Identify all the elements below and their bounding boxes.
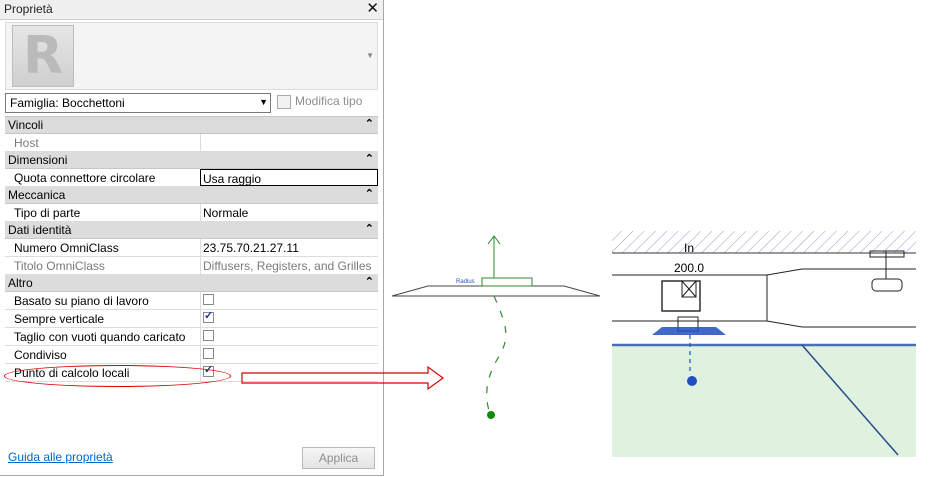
group-header-meccanica[interactable]: Meccanica ⌃ [5, 187, 378, 204]
property-value-field[interactable]: Usa raggio [200, 169, 378, 186]
property-value[interactable]: 23.75.70.21.27.11 [200, 239, 378, 256]
close-icon[interactable]: ✕ [366, 0, 379, 18]
property-value-text: 23.75.70.21.27.11 [203, 241, 299, 255]
edit-type-button[interactable]: Modifica tipo [277, 94, 362, 109]
connector-blue-area [652, 327, 726, 335]
highlight-ellipse [4, 365, 231, 387]
collapse-icon[interactable]: ⌃ [365, 187, 374, 200]
property-row-quota-connettore[interactable]: Quota connettore circolare Usa raggio [5, 169, 378, 187]
duct-top [612, 268, 916, 276]
group-header-dati-identita[interactable]: Dati identità ⌃ [5, 222, 378, 239]
property-value[interactable]: Diffusers, Registers, and Grilles [200, 257, 378, 274]
property-row-numero-omniclass[interactable]: Numero OmniClass 23.75.70.21.27.11 [5, 239, 378, 257]
property-value[interactable]: Normale [200, 204, 378, 221]
collapse-icon[interactable]: ⌃ [365, 275, 374, 288]
property-value [200, 292, 378, 309]
property-value-text: Normale [203, 206, 249, 220]
property-value [200, 328, 378, 345]
property-label: Numero OmniClass [14, 241, 119, 255]
collapse-icon[interactable]: ⌃ [365, 117, 374, 130]
floor-region [612, 345, 916, 457]
revit-logo-icon: R [12, 25, 74, 87]
diffuser-neck [481, 277, 533, 287]
palette-title: Proprietà [4, 2, 53, 16]
family-selector-label: Famiglia: Bocchettoni [10, 96, 125, 110]
property-row-basato-su-piano[interactable]: Basato su piano di lavoro [5, 292, 378, 310]
property-label: Titolo OmniClass [14, 259, 105, 273]
label-in: In [684, 241, 695, 255]
edit-type-label: Modifica tipo [295, 94, 363, 108]
property-row-tipo-di-parte[interactable]: Tipo di parte Normale [5, 204, 378, 222]
property-label: Condiviso [14, 348, 67, 362]
type-preview[interactable]: R ▼ [5, 22, 378, 90]
help-link[interactable]: Guida alle proprietà [8, 450, 113, 464]
property-label: Basato su piano di lavoro [14, 294, 149, 308]
checkbox[interactable] [203, 330, 214, 341]
duct-bottom [612, 320, 916, 328]
checkbox[interactable] [203, 348, 214, 359]
group-header-altro[interactable]: Altro ⌃ [5, 275, 378, 292]
property-row-condiviso[interactable]: Condiviso [5, 346, 378, 364]
group-title: Meccanica [8, 188, 66, 202]
properties-palette: Proprietà ✕ R ▼ Famiglia: Bocchettoni ▼ … [0, 0, 384, 476]
hanger-clamp [871, 278, 903, 292]
property-label: Quota connettore circolare [14, 171, 156, 185]
ceiling-hatch [612, 231, 916, 253]
plan-view: In 200.0 [612, 229, 916, 457]
group-title: Dati identità [8, 223, 72, 237]
property-value-text: Diffusers, Registers, and Grilles [203, 259, 372, 273]
apply-button[interactable]: Applica [302, 447, 375, 469]
calc-point-dot[interactable] [487, 411, 495, 419]
property-label: Taglio con vuoti quando caricato [14, 330, 186, 344]
checkbox[interactable] [203, 294, 214, 305]
chevron-down-icon[interactable]: ▼ [366, 51, 374, 60]
property-row-sempre-verticale[interactable]: Sempre verticale [5, 309, 378, 328]
group-header-dimensioni[interactable]: Dimensioni ⌃ [5, 152, 378, 169]
property-row-host[interactable]: Host [5, 134, 378, 152]
collapse-icon[interactable]: ⌃ [365, 152, 374, 165]
properties-grid: Vincoli ⌃ Host Dimensioni ⌃ Quota connet… [5, 116, 378, 382]
diffuser-profile [391, 285, 601, 297]
property-value[interactable] [200, 134, 378, 151]
property-label: Tipo di parte [14, 206, 81, 220]
group-title: Altro [8, 276, 33, 290]
property-label: Host [14, 136, 39, 150]
property-row-titolo-omniclass[interactable]: Titolo OmniClass Diffusers, Registers, a… [5, 257, 378, 275]
property-value [200, 346, 378, 363]
edit-type-icon [277, 94, 291, 109]
calc-point-path [486, 295, 507, 415]
dropdown-arrow-icon[interactable]: ▼ [259, 97, 268, 107]
property-label: Sempre verticale [14, 312, 105, 326]
group-title: Vincoli [8, 118, 44, 132]
section-view-diffuser: Radius [391, 235, 601, 419]
group-header-vincoli[interactable]: Vincoli ⌃ [5, 117, 378, 134]
checkbox[interactable] [203, 309, 214, 323]
collapse-icon[interactable]: ⌃ [365, 222, 374, 235]
property-value [200, 309, 378, 327]
radius-label: Radius [456, 279, 475, 285]
palette-titlebar[interactable]: Proprietà ✕ [0, 0, 383, 20]
family-selector[interactable]: Famiglia: Bocchettoni ▼ [5, 93, 271, 113]
calc-point-dot-blue[interactable] [687, 376, 697, 386]
group-title: Dimensioni [8, 153, 68, 167]
property-row-taglio-con-vuoti[interactable]: Taglio con vuoti quando caricato [5, 328, 378, 346]
plan-view-drawing [612, 231, 916, 457]
label-dimension: 200.0 [674, 261, 705, 275]
property-value-text: Usa raggio [203, 172, 262, 186]
